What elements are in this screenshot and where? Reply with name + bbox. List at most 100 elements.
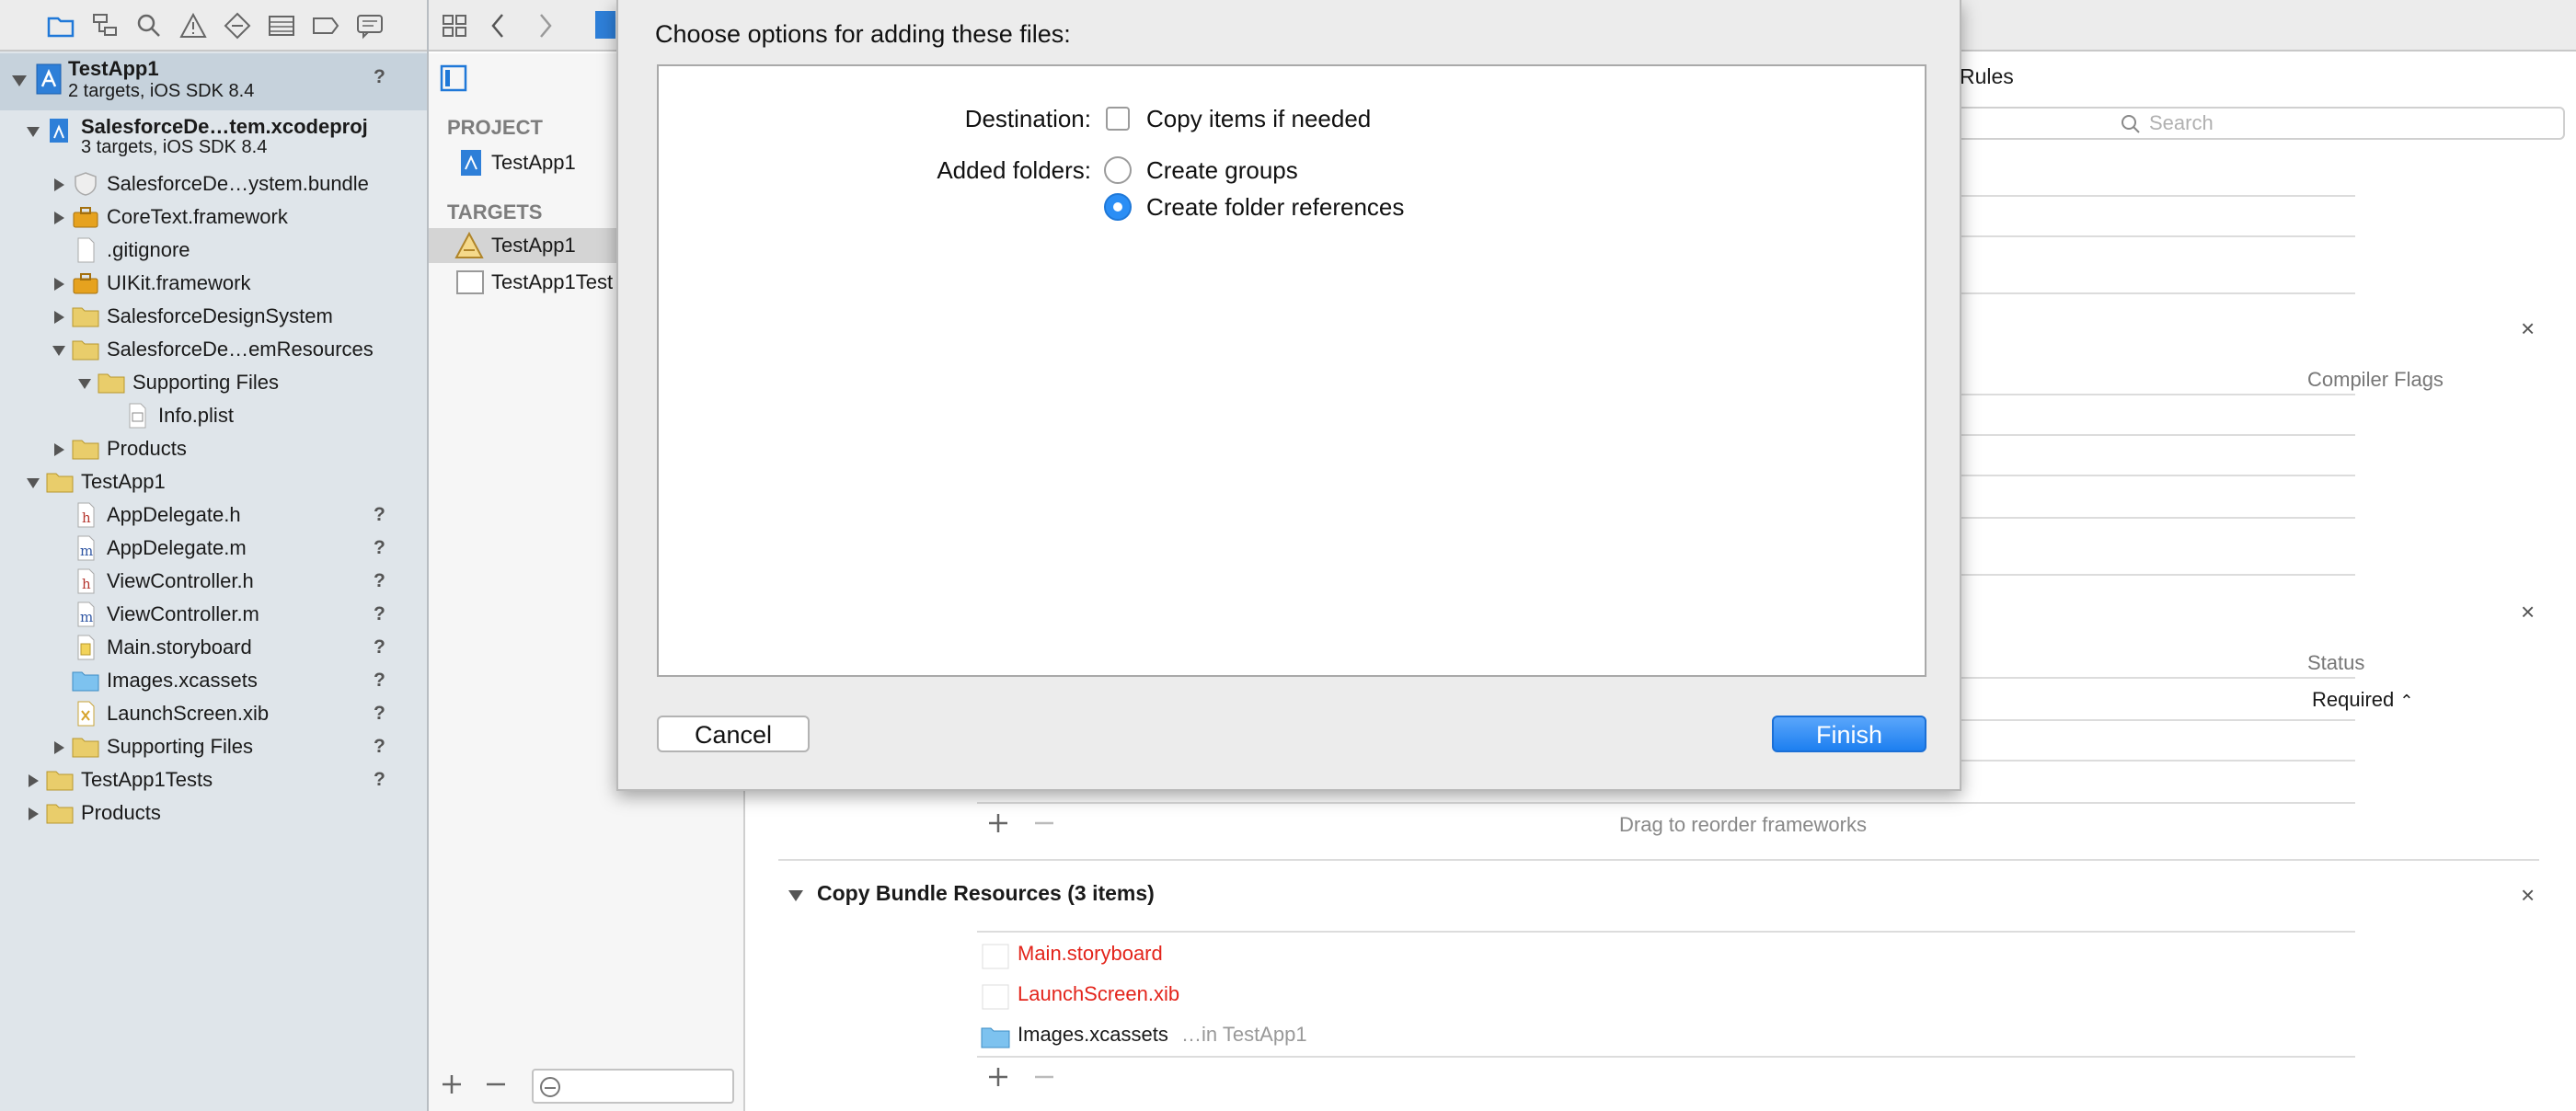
close-phase-icon[interactable]: × [2521,315,2535,343]
targets-section-header: TARGETS [447,200,543,223]
tree-item-label: ViewController.h [107,569,254,592]
tree-item[interactable]: Products [0,432,427,465]
source-control-status: ? [374,769,385,790]
forward-chevron-icon[interactable] [534,11,558,40]
bundle-resource-row[interactable]: Images.xcassets …in TestApp1 [977,1017,2355,1054]
disclosure-closed-icon[interactable] [26,807,40,821]
source-control-status: ? [374,603,385,624]
hierarchy-icon[interactable] [90,11,120,40]
tree-item[interactable]: Supporting Files [0,366,427,399]
remove-framework-icon[interactable] [1032,811,1056,835]
folder-icon[interactable] [46,11,75,40]
editor-tab-rules[interactable]: Rules [1960,64,2014,89]
create-groups-radio[interactable] [1104,156,1132,184]
comment-icon[interactable] [355,11,385,40]
disclosure-closed-icon[interactable] [26,773,40,788]
tree-item[interactable]: Info.plist [0,399,427,432]
test-diamond-icon[interactable] [223,11,252,40]
status-popup[interactable]: Required ⌃ [2312,688,2414,712]
updown-chevron-icon: ⌃ [2399,692,2414,710]
folder-icon [72,436,99,462]
tree-item[interactable]: h AppDelegate.h? [0,498,427,532]
tree-item[interactable]: Main.storyboard? [0,631,427,664]
disclosure-open-icon[interactable] [788,888,804,903]
source-control-status: ? [374,670,385,691]
tree-item[interactable]: Images.xcassets? [0,664,427,697]
tree-item[interactable]: CoreText.framework [0,200,427,234]
tree-item[interactable]: m AppDelegate.m? [0,532,427,565]
tree-item[interactable]: SalesforceDe…tem.xcodeproj 3 targets, iOS… [0,114,427,162]
copy-items-label[interactable]: Copy items if needed [1146,105,1371,133]
added-folders-label: Added folders: [937,156,1091,184]
filter-icon [539,1076,561,1098]
tree-item[interactable]: TestApp1Tests? [0,763,427,796]
tree-item[interactable]: SalesforceDesignSystem [0,300,427,333]
back-chevron-icon[interactable] [486,11,510,40]
close-phase-icon[interactable]: × [2521,881,2535,910]
list-icon[interactable] [267,11,296,40]
tree-item[interactable]: Products [0,796,427,830]
bundle-resource-row[interactable]: LaunchScreen.xib [977,977,2355,1014]
create-folder-references-radio[interactable] [1104,193,1132,221]
create-groups-label[interactable]: Create groups [1146,156,1298,185]
disclosure-closed-icon[interactable] [52,277,66,292]
tree-item[interactable]: TestApp1 [0,465,427,498]
tree-item[interactable]: UIKit.framework [0,267,427,300]
search-input[interactable]: Search [1954,107,2565,140]
add-icon[interactable] [440,1072,464,1096]
app-target-icon [454,232,484,259]
source-control-status: ? [374,703,385,724]
breakpoint-icon[interactable] [311,11,340,40]
remove-icon[interactable] [484,1072,508,1096]
folder-icon [72,337,99,362]
warning-icon[interactable] [178,11,208,40]
tree-item[interactable]: Supporting Files? [0,730,427,763]
add-resource-icon[interactable] [986,1065,1010,1089]
breadcrumb-project-icon[interactable] [594,9,616,40]
disclosure-open-icon[interactable] [52,343,66,358]
filter-field[interactable] [532,1069,734,1104]
missing-file-icon [981,984,1010,1010]
grid-icon[interactable] [440,11,469,40]
tree-item[interactable]: SalesforceDe…ystem.bundle [0,167,427,200]
search-icon[interactable] [134,11,164,40]
disclosure-closed-icon[interactable] [52,211,66,225]
svg-text:m: m [80,609,93,625]
add-framework-icon[interactable] [986,811,1010,835]
sheet-title: Choose options for adding these files: [655,20,1071,48]
status-value: Required [2312,688,2395,711]
project-section-header: PROJECT [447,116,543,139]
create-folder-references-label[interactable]: Create folder references [1146,193,1404,222]
bundle-resource-name: LaunchScreen.xib [1018,982,1180,1005]
tree-item-label: SalesforceDe…ystem.bundle [107,172,369,195]
compiler-flags-header: Compiler Flags [2307,368,2444,391]
sidebar-toggle-icon[interactable] [440,64,467,92]
navigator-toolbar [0,0,427,52]
copy-items-checkbox[interactable] [1106,107,1130,131]
disclosure-closed-icon[interactable] [52,178,66,192]
drag-reorder-hint: Drag to reorder frameworks [1619,813,1867,836]
disclosure-open-icon[interactable] [77,376,92,391]
disclosure-closed-icon[interactable] [52,442,66,457]
tree-item[interactable]: LaunchScreen.xib? [0,697,427,730]
xcodeproj-icon [35,63,63,96]
tree-item[interactable]: m ViewController.m? [0,598,427,631]
tree-item[interactable]: .gitignore [0,234,427,267]
folder-icon [46,469,74,495]
cancel-button[interactable]: Cancel [657,716,810,752]
file-icon [72,237,99,263]
disclosure-open-icon[interactable] [26,124,40,139]
tree-item[interactable]: SalesforceDe…emResources [0,333,427,366]
remove-resource-icon[interactable] [1032,1065,1056,1089]
project-root-row[interactable]: TestApp1 2 targets, iOS SDK 8.4 ? [0,53,427,110]
tree-item[interactable]: h ViewController.h? [0,565,427,598]
disclosure-closed-icon[interactable] [52,310,66,325]
framework-icon [72,270,99,296]
disclosure-open-icon[interactable] [26,475,40,490]
disclosure-open-icon[interactable] [11,74,28,88]
tree-item-label: UIKit.framework [107,271,251,294]
close-phase-icon[interactable]: × [2521,598,2535,626]
disclosure-closed-icon[interactable] [52,740,66,755]
bundle-resource-row[interactable]: Main.storyboard [977,936,2355,973]
finish-button[interactable]: Finish [1772,716,1926,752]
